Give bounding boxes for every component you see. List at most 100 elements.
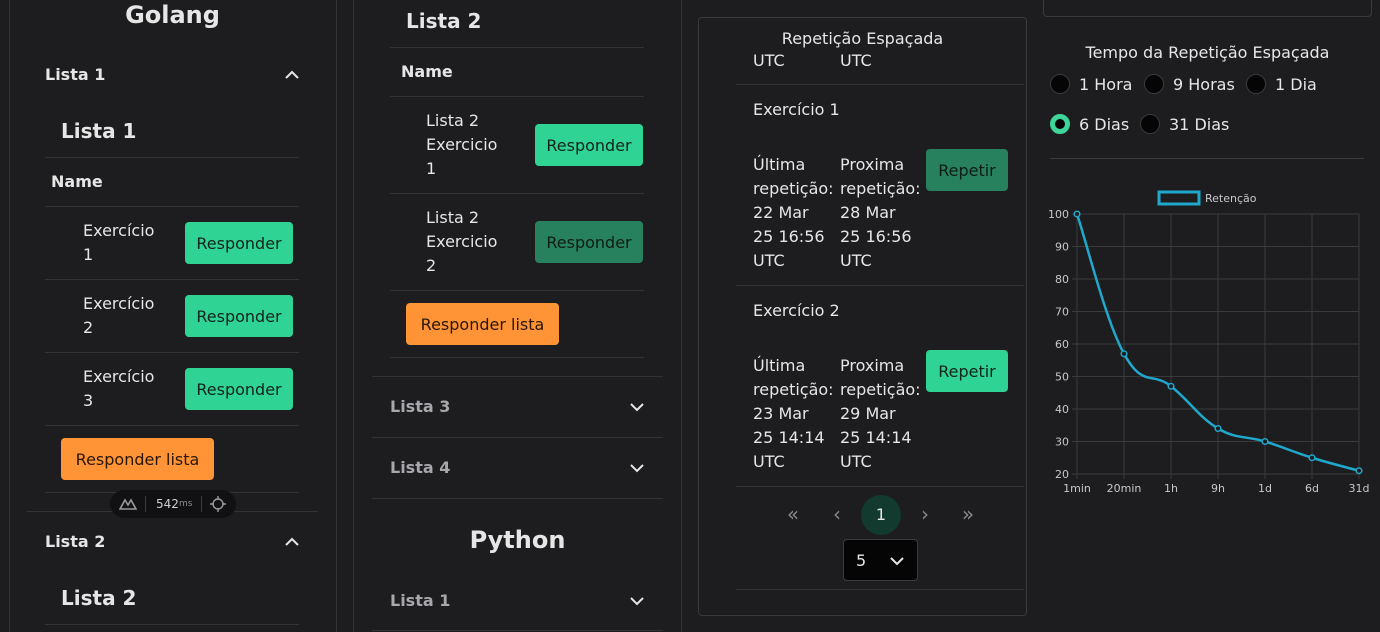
divider [372, 376, 663, 377]
accordion-lista-3-header[interactable]: Lista 3 [372, 387, 662, 427]
x-tick-label: 20min [1107, 482, 1142, 495]
render-time: 542 [156, 497, 179, 511]
radio-circle [1246, 74, 1266, 94]
section-title-golang: Golang [125, 1, 220, 29]
page-size-value: 5 [856, 551, 867, 570]
responder-button[interactable]: Responder [535, 221, 643, 263]
utc-label: UTC [753, 51, 785, 70]
accordion-title: Lista 2 [45, 532, 106, 551]
divider [45, 157, 299, 158]
x-tick-label: 1d [1258, 482, 1272, 495]
y-tick-label: 80 [1055, 273, 1069, 286]
data-point [1073, 210, 1081, 218]
table-header-name: Name [51, 172, 103, 191]
render-time-unit: ms [179, 499, 193, 509]
utc-label: UTC [840, 51, 872, 70]
divider [390, 290, 644, 291]
divider [201, 496, 202, 512]
list-item: Exercício 2 Última repetição: 23 Mar 25 14:… [736, 286, 1024, 486]
exercise-name: Lista 2 Exercicio 1 [426, 111, 498, 178]
radio-label: 6 Dias [1079, 115, 1130, 134]
repetir-button[interactable]: Repetir [926, 149, 1008, 191]
divider [390, 47, 644, 48]
data-point [1214, 424, 1222, 433]
radio-9-horas[interactable]: 9 Horas [1144, 73, 1244, 95]
legend-label: Retenção [1205, 192, 1257, 205]
y-tick-label: 100 [1048, 208, 1069, 221]
exercise-name: Exercício 1 [753, 100, 840, 119]
radio-circle-selected [1050, 114, 1070, 134]
last-repetition: Última repetição: 22 Mar 25 16:56 UTC [753, 155, 834, 270]
radio-31-dias[interactable]: 31 Dias [1140, 113, 1240, 135]
y-tick-label: 60 [1055, 338, 1069, 351]
pager-page-button[interactable]: 1 [861, 495, 901, 535]
x-tick-label: 6d [1305, 482, 1319, 495]
page-size-select[interactable]: 5 [843, 539, 918, 581]
list-title: Lista 2 [61, 586, 137, 610]
retention-chart: 100 90 80 70 60 50 40 30 201min 20min 1h 9h 1d 6d 31d R… [1048, 190, 1370, 495]
table-row: Exercício 1 Responder [45, 207, 299, 279]
x-tick-label: 9h [1211, 482, 1225, 495]
chevron-down-icon [630, 403, 644, 412]
divider [736, 486, 1024, 487]
y-tick-label: 90 [1055, 241, 1069, 254]
responder-lista-button[interactable]: Responder lista [406, 303, 559, 345]
top-card [1043, 0, 1372, 17]
accordion-lista-4-header[interactable]: Lista 4 [372, 448, 662, 488]
exercise-name: Lista 2 Exercicio 2 [426, 208, 498, 275]
list-title: Lista 1 [61, 119, 137, 143]
accordion-python-lista-1-header[interactable]: Lista 1 [372, 581, 662, 621]
data-point [1120, 350, 1128, 358]
devtool-badge[interactable]: 542 ms [110, 490, 236, 518]
responder-button[interactable]: Responder [185, 295, 293, 337]
y-tick-label: 70 [1055, 306, 1069, 319]
pager-last-button[interactable]: » [955, 502, 981, 528]
pager-prev-button[interactable]: ‹ [824, 502, 850, 528]
chevron-down-icon [630, 464, 644, 473]
y-tick-label: 50 [1055, 371, 1069, 384]
responder-button[interactable]: Responder [185, 222, 293, 264]
section-title-python: Python [469, 526, 566, 554]
radio-circle [1144, 74, 1164, 94]
panel-title: Repetição Espaçada [781, 29, 944, 48]
accordion-lista-1-header[interactable]: Lista 1 [27, 55, 317, 95]
chevron-up-icon [285, 537, 299, 546]
list-title: Lista 2 [406, 9, 482, 33]
x-tick-label: 31d [1349, 482, 1370, 495]
pager-next-button[interactable]: › [912, 502, 938, 528]
accordion-title: Lista 1 [390, 591, 451, 610]
x-tick-label: 1min [1063, 482, 1091, 495]
logo-icon [119, 498, 137, 510]
radio-1-hora[interactable]: 1 Hora [1050, 73, 1140, 95]
radio-1-dia[interactable]: 1 Dia [1246, 73, 1326, 95]
exercise-name: Exercício 2 [753, 301, 840, 320]
crosshair-icon[interactable] [210, 496, 226, 512]
col1-border-left [9, 0, 10, 632]
radio-label: 1 Dia [1275, 75, 1317, 94]
divider [372, 498, 663, 499]
exercise-name: Exercício 1 [83, 221, 155, 264]
divider [372, 630, 663, 631]
radio-6-dias[interactable]: 6 Dias [1050, 113, 1140, 135]
pager-first-button[interactable]: « [780, 502, 806, 528]
col1-border-right [336, 0, 337, 632]
table-row: Exercício 3 Responder [45, 353, 299, 425]
responder-lista-button[interactable]: Responder lista [61, 438, 214, 480]
divider [1050, 158, 1364, 159]
divider [45, 425, 299, 426]
divider [45, 624, 299, 625]
y-tick-label: 20 [1055, 468, 1069, 481]
divider [145, 496, 146, 512]
divider [390, 357, 644, 358]
exercise-name: Exercício 3 [83, 367, 155, 410]
data-point [1355, 467, 1363, 475]
radio-circle [1140, 114, 1160, 134]
responder-button[interactable]: Responder [185, 368, 293, 410]
repetir-button[interactable]: Repetir [926, 350, 1008, 392]
accordion-lista-2-header[interactable]: Lista 2 [27, 522, 317, 562]
divider [736, 589, 1024, 590]
radio-circle [1050, 74, 1070, 94]
table-header-name: Name [401, 62, 453, 81]
responder-button[interactable]: Responder [535, 124, 643, 166]
data-point [1167, 382, 1175, 390]
